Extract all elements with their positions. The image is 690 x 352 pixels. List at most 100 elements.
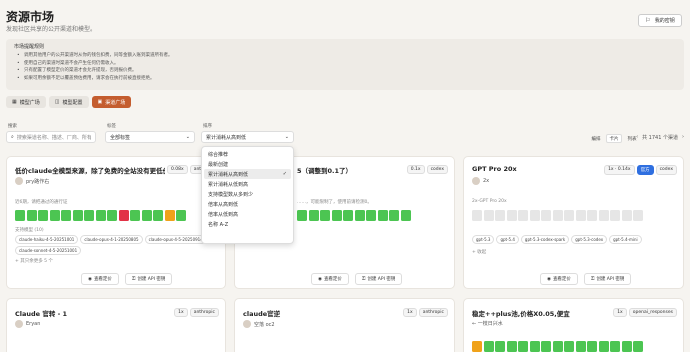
avatar bbox=[15, 320, 23, 328]
type-badge: anthropic bbox=[418, 308, 448, 317]
sort-option[interactable]: 累计消耗从低到高 bbox=[204, 179, 291, 189]
pager: ‹ 共 1741 个渠道 › bbox=[636, 134, 684, 141]
status-bar bbox=[483, 341, 494, 352]
check-icon: ✓ bbox=[282, 171, 287, 177]
search-label: 搜索 bbox=[8, 124, 17, 129]
sort-option[interactable]: 倍率从高到低 bbox=[204, 199, 291, 209]
model-chip: gpt-5.3-codex-spark bbox=[520, 235, 570, 244]
rate-badge: 1x bbox=[613, 308, 627, 317]
chevron-down-icon: ⌄ bbox=[185, 134, 190, 140]
model-chip: claude-opus-4-5-20250914 bbox=[144, 235, 207, 244]
status-bar bbox=[564, 341, 574, 352]
eye-icon: ◉ bbox=[547, 276, 551, 282]
status-bar bbox=[587, 210, 597, 221]
status-bar bbox=[552, 341, 563, 352]
card-title: Claude 官转 - 1 bbox=[15, 310, 68, 318]
view-pricing-button[interactable]: ◉ 查看定价 bbox=[81, 273, 119, 285]
tag-select[interactable]: 全部标签 ⌄ bbox=[105, 131, 195, 143]
status-bar bbox=[72, 210, 83, 221]
tab-model-config[interactable]: ◫ 模型配置 bbox=[48, 96, 89, 108]
status-bar bbox=[118, 210, 129, 221]
notice-title: 市场提醒规则 bbox=[14, 44, 45, 50]
layers-icon: ◫ bbox=[54, 99, 60, 105]
avatar bbox=[243, 320, 251, 328]
card-owner: 空落 oc2 bbox=[243, 320, 275, 328]
search-icon: ⌕ bbox=[11, 134, 14, 140]
notice-item: 使用自己的渠道时渠道不会产生任何仍需收入。 bbox=[14, 60, 676, 68]
model-chip: gpt-5.3 bbox=[472, 235, 495, 244]
pager-next[interactable]: › bbox=[682, 134, 684, 141]
card-title: 低价claude全模型来源，除了免费的全站没有更低价 bbox=[15, 167, 165, 175]
status-bar bbox=[518, 210, 528, 221]
sort-option[interactable]: 最新创建 bbox=[204, 159, 291, 169]
status-bar bbox=[26, 210, 37, 221]
tab-channel-square[interactable]: ▣ 渠道广场 bbox=[91, 96, 132, 108]
avatar bbox=[15, 177, 23, 185]
rate-badge: 1x · 0.14x bbox=[604, 165, 635, 175]
sort-label: 排序 bbox=[203, 124, 212, 129]
status-bar bbox=[389, 210, 399, 221]
notice-item: 如果可用余额不足以覆盖预估费用，请求会在执行前被直接拒绝。 bbox=[14, 75, 676, 83]
view-pricing-button[interactable]: ◉ 查看定价 bbox=[311, 273, 349, 285]
card-title: claude官逆 bbox=[243, 310, 281, 318]
channel-card[interactable]: GPT Pro 20x 1x · 0.14x 官方 codex 2x 2x-GPT … bbox=[463, 156, 684, 289]
sort-option[interactable]: 支持模型数从多到少 bbox=[204, 189, 291, 199]
channel-card[interactable]: Claude 官转 - 1 1x anthropic Eryan bbox=[6, 298, 226, 352]
card-owner: ← 一枝日兴水 bbox=[472, 321, 503, 327]
status-bar bbox=[506, 341, 517, 352]
status-bar bbox=[153, 210, 163, 221]
pager-prev[interactable]: ‹ bbox=[636, 134, 638, 141]
rate-badge: 0.1x bbox=[406, 165, 425, 174]
collapse-models-link[interactable]: + 收起 bbox=[472, 249, 486, 255]
create-key-button[interactable]: ⚿ 创建 API 密钥 bbox=[124, 273, 173, 285]
sort-option[interactable]: 倍率从低到高 bbox=[204, 209, 291, 219]
card-owner: 2x bbox=[472, 177, 489, 185]
channel-card[interactable]: 稳定++plus池,价格X0.05,便宜 1x openai_responses … bbox=[463, 298, 684, 352]
status-bar bbox=[529, 210, 540, 221]
status-bar bbox=[633, 210, 643, 221]
status-bar bbox=[164, 210, 175, 221]
create-key-button[interactable]: ⚿ 创建 API 密钥 bbox=[583, 273, 632, 285]
my-keys-button[interactable]: ⚐ 我的密钥 bbox=[638, 14, 682, 27]
sort-option[interactable]: 综合推荐 bbox=[204, 149, 291, 159]
channel-card[interactable]: claude官逆 1x anthropic 空落 oc2 bbox=[234, 298, 455, 352]
sort-option[interactable]: 名称 A-Z bbox=[204, 219, 291, 229]
eye-icon: ◉ bbox=[318, 276, 322, 282]
tab-model-square[interactable]: ▦ 模型广场 bbox=[6, 96, 46, 108]
card-owner: Eryan bbox=[15, 320, 40, 328]
view-option[interactable]: 卡片 bbox=[606, 134, 622, 143]
status-bar bbox=[331, 210, 342, 221]
sort-option-selected[interactable]: 累计消耗从高到低 ✓ bbox=[204, 169, 291, 179]
status-bar bbox=[529, 341, 540, 352]
sort-select[interactable]: 累计消耗从高到低 ⌄ bbox=[201, 131, 294, 143]
status-bar bbox=[621, 341, 632, 352]
model-chip: gpt-5.3-codex bbox=[571, 235, 608, 244]
create-key-button[interactable]: ⚿ 创建 API 密钥 bbox=[354, 273, 403, 285]
eye-icon: ◉ bbox=[88, 276, 92, 282]
status-bar bbox=[15, 210, 25, 221]
channel-card[interactable]: 低价claude全模型来源，除了免费的全站没有更低价 0.08xanthropi… bbox=[6, 156, 226, 289]
search-input[interactable]: ⌕ 搜索渠道名称、描述、厂商、所有 bbox=[6, 131, 96, 143]
status-bar bbox=[61, 210, 71, 221]
more-models-link[interactable]: + 其只余更多 5 个 bbox=[15, 258, 53, 264]
store-icon: ▣ bbox=[97, 99, 103, 105]
status-bar bbox=[598, 210, 609, 221]
view-option[interactable]: 编排 bbox=[588, 134, 604, 143]
status-bar bbox=[141, 210, 152, 221]
status-bar bbox=[95, 210, 106, 221]
flag-icon: ⚐ bbox=[645, 17, 651, 24]
rate-badge: 1x bbox=[174, 308, 188, 317]
pager-count: 共 1741 个渠道 bbox=[642, 135, 678, 141]
model-chip: claude-opus-4-1-20250805 bbox=[80, 235, 143, 244]
view-pricing-button[interactable]: ◉ 查看定价 bbox=[540, 273, 578, 285]
type-badge: codex bbox=[655, 165, 677, 175]
status-bar bbox=[472, 210, 482, 221]
model-chip: gpt-5.4-mini bbox=[609, 235, 642, 244]
status-bar bbox=[541, 210, 551, 221]
status-bars bbox=[297, 210, 411, 221]
model-chip: claude-sonnet-4-5-20251001 bbox=[15, 246, 82, 255]
status-bars bbox=[472, 341, 643, 352]
model-chip: gpt-5.4 bbox=[496, 235, 519, 244]
status-bar bbox=[506, 210, 517, 221]
grid-icon: ▦ bbox=[12, 99, 17, 105]
